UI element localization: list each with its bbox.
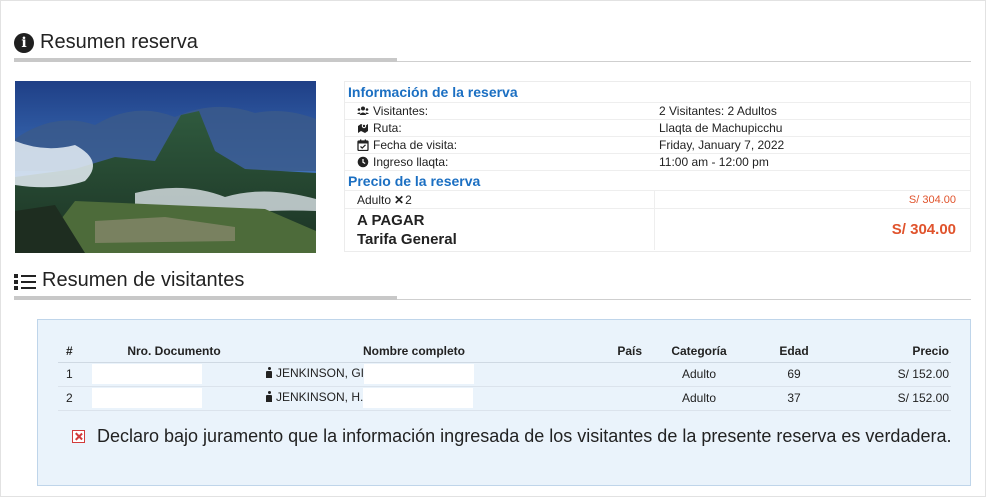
info-label: Fecha de visita: [373,138,458,152]
adult-price-line: Adulto ✕ 2 S/ 304.00 [345,190,970,208]
name-cell: JENKINSON, H. [264,386,564,411]
declaration-checkbox[interactable] [72,430,85,443]
price-title: Precio de la reserva [345,170,970,190]
table-header-row: # Nro. Documento Nombre completo País Ca… [58,341,951,363]
table-row: 1 JENKINSON, GI Adulto 69 S/ 152.00 [58,362,951,387]
col-country: País [564,341,644,363]
times-icon: ✕ [394,192,405,207]
total-pay-value: S/ 304.00 [891,221,956,238]
reservation-summary-title: Resumen reserva [40,31,198,53]
machupicchu-image [15,81,316,253]
calendar-check-icon [357,139,369,152]
age-cell: 37 [754,386,834,411]
info-label: Ingreso llaqta: [373,155,449,169]
info-value: Llaqta de Machupicchu [659,121,783,135]
document-cell [84,386,264,411]
row-num: 2 [58,386,84,411]
col-full-name: Nombre completo [264,341,564,363]
info-circle-icon: i [14,32,34,53]
visitor-name: JENKINSON, GI [276,366,365,381]
person-icon [266,391,272,402]
col-num: # [58,341,84,363]
clock-icon [357,156,369,168]
adult-multiplier: 2 [405,192,412,207]
users-icon [357,105,369,117]
info-row-entry: Ingreso llaqta: 11:00 am - 12:00 pm [345,153,970,170]
visitors-table: # Nro. Documento Nombre completo País Ca… [58,341,951,411]
declaration: Declaro bajo juramento que la informació… [72,425,952,447]
col-category: Categoría [644,341,754,363]
col-age: Edad [754,341,834,363]
visitor-name: JENKINSON, H. [276,390,364,405]
list-ol-icon [14,271,36,291]
info-label: Ruta: [373,121,402,135]
col-price: Precio [834,341,951,363]
person-icon [266,367,272,378]
info-row-route: Ruta: Llaqta de Machupicchu [345,119,970,136]
name-cell: JENKINSON, GI [264,362,564,387]
col-document: Nro. Documento [84,341,264,363]
reservation-info-panel: Información de la reserva Visitantes: 2 … [344,81,971,252]
info-row-date: Fecha de visita: Friday, January 7, 2022 [345,136,970,153]
visitors-panel: # Nro. Documento Nombre completo País Ca… [37,319,971,486]
row-num: 1 [58,362,84,387]
visitors-summary-title: Resumen de visitantes [42,269,245,291]
info-value: Friday, January 7, 2022 [659,138,785,152]
category-cell: Adulto [644,386,754,411]
declaration-text: Declaro bajo juramento que la informació… [97,426,952,446]
info-row-visitors: Visitantes: 2 Visitantes: 2 Adultos [345,102,970,119]
tariff-label: Tarifa General [357,230,457,248]
reservation-info-title: Información de la reserva [348,84,518,100]
reservation-summary-header: i Resumen reserva [14,22,971,62]
pay-label: A PAGAR [357,211,425,229]
visitors-summary-header: Resumen de visitantes [14,260,971,300]
adult-price-value: S/ 304.00 [908,193,956,206]
document-cell [84,362,264,387]
adult-label: Adulto [357,192,392,207]
country-cell [564,362,644,387]
table-row: 2 JENKINSON, H. Adulto 37 S/ 152.00 [58,386,951,411]
info-value: 11:00 am - 12:00 pm [659,155,769,169]
price-cell: S/ 152.00 [834,362,951,387]
total-pay-box: A PAGAR Tarifa General S/ 304.00 [345,208,970,250]
info-value: 2 Visitantes: 2 Adultos [659,104,777,118]
price-cell: S/ 152.00 [834,386,951,411]
route-icon [357,122,369,134]
info-label: Visitantes: [373,104,429,118]
age-cell: 69 [754,362,834,387]
category-cell: Adulto [644,362,754,387]
country-cell [564,386,644,411]
